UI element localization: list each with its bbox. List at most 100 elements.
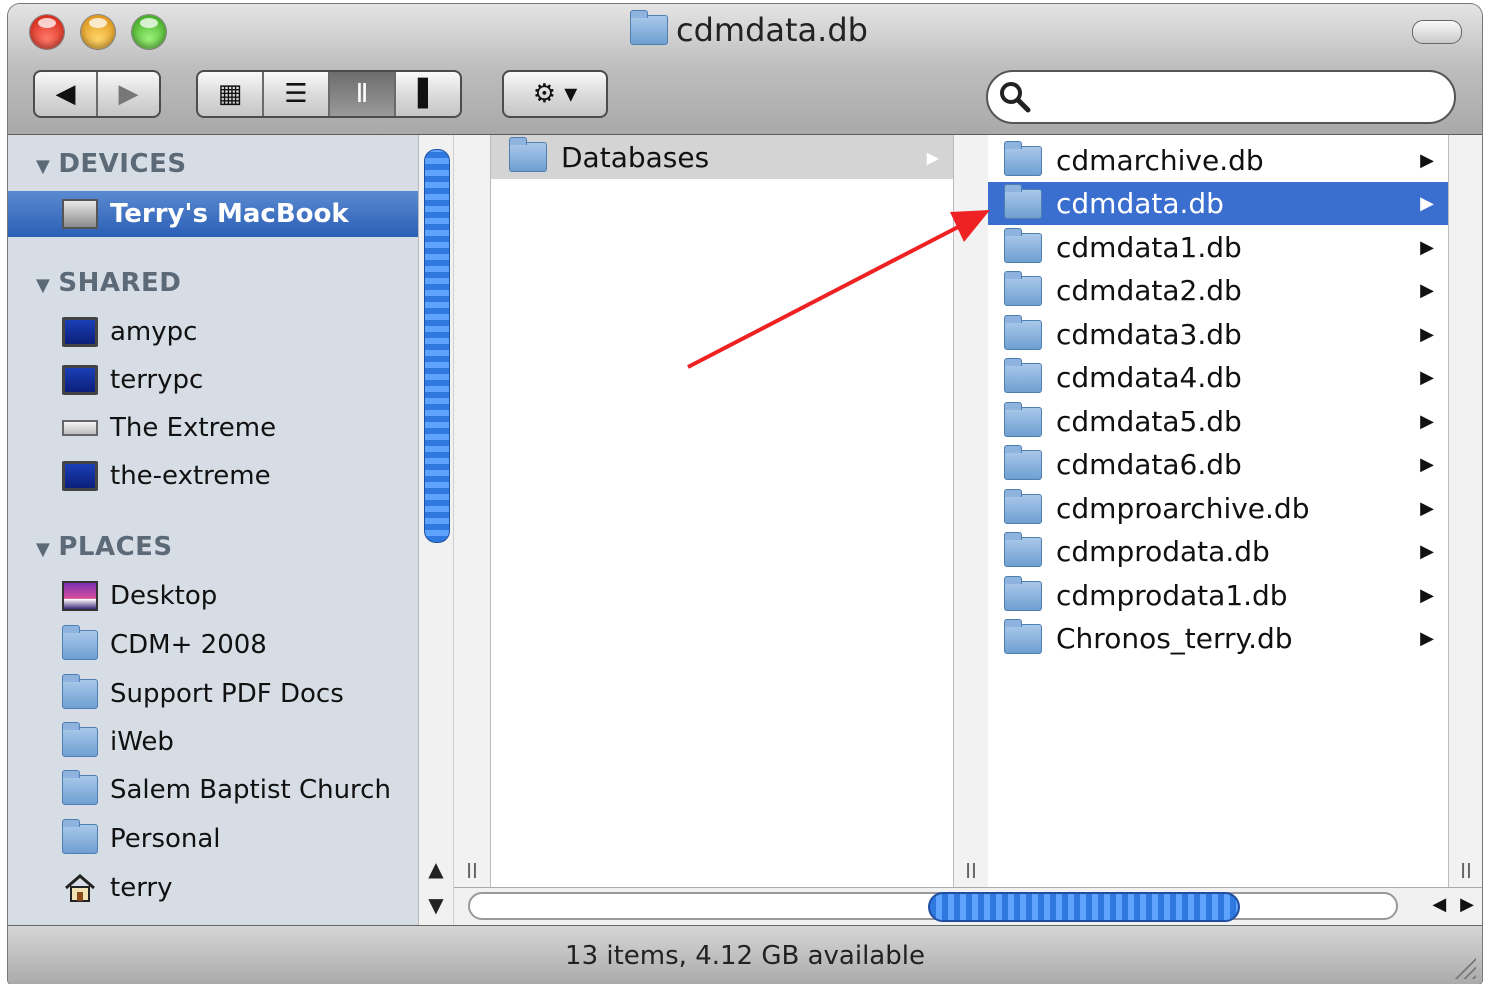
folder-icon [630,10,668,45]
file-row-chronos-terry[interactable]: Chronos_terry.db ▶ [988,617,1448,660]
file-row-cdmproarchive[interactable]: cdmproarchive.db ▶ [988,487,1448,530]
folder-icon [1004,357,1042,393]
scroll-left-arrow[interactable]: ◀ [1432,894,1446,915]
column-2: Databases ▶ [491,135,953,887]
sidebar-item-amypc[interactable]: amypc [8,309,418,355]
file-row-cdmdata4[interactable]: cdmdata4.db ▶ [988,356,1448,399]
column-3: cdmarchive.db ▶ cdmdata.db ▶ cdmdata1.db ▶ … [988,135,1448,887]
column-1: II [454,135,491,887]
sidebar-section-places: PLACES [36,532,173,562]
search-input[interactable] [1032,78,1454,116]
file-row-cdmprodata1[interactable]: cdmprodata1.db ▶ [988,574,1448,617]
home-icon [65,874,95,902]
laptop-icon [62,199,98,229]
sidebar-item-label: Support PDF Docs [110,679,344,709]
folder-icon [1004,444,1042,480]
sidebar-item-label: amypc [110,317,198,347]
scroll-up-arrow[interactable]: ▲ [419,853,453,885]
disclosure-arrow-icon: ▶ [1420,411,1434,432]
file-label: cdmproarchive.db [1056,492,1310,525]
folder-icon [62,819,98,854]
sidebar-item-terry[interactable]: terry [8,865,418,911]
column-resize-handle[interactable]: II [454,859,490,883]
file-label: cdmprodata.db [1056,535,1270,568]
sidebar-item-macbook[interactable]: Terry's MacBook [8,191,418,237]
disclosure-arrow-icon: ▶ [1420,498,1434,519]
column-item-label: Databases [561,140,710,174]
back-forward-control: ◀ ▶ [33,70,161,118]
sidebar-scroll-thumb[interactable] [424,149,450,543]
sidebar-item-label: Personal [110,824,221,854]
minimize-button[interactable] [81,15,115,49]
file-label: cdmarchive.db [1056,144,1264,177]
search-field [986,70,1456,124]
column-view-button[interactable]: Ⅱ [330,72,396,116]
sidebar-item-the-extreme[interactable]: the-extreme [8,453,418,499]
resize-grip[interactable] [1454,957,1476,979]
sidebar-item-the-extreme-drive[interactable]: The Extreme [8,405,418,451]
coverflow-view-button[interactable]: ▌ [396,72,460,116]
folder-icon [62,625,98,660]
list-view-button[interactable]: ☰ [264,72,330,116]
sidebar-item-salem-baptist-church[interactable]: Salem Baptist Church [8,767,418,813]
file-row-cdmprodata[interactable]: cdmprodata.db ▶ [988,530,1448,573]
sidebar-section-devices: DEVICES [36,149,187,179]
disclosure-arrow-icon: ▶ [1420,280,1434,301]
sidebar-item-terrypc[interactable]: terrypc [8,357,418,403]
sidebar-item-label: terry [110,873,173,903]
window-title-text: cdmdata.db [676,11,868,49]
sidebar-item-personal[interactable]: Personal [8,816,418,862]
file-row-cdmdata-selected[interactable]: cdmdata.db ▶ [988,182,1448,225]
action-menu-button[interactable]: ⚙ ▾ [502,70,608,118]
column-item-databases[interactable]: Databases ▶ [491,135,953,179]
folder-icon [62,722,98,757]
sidebar-item-cdm-2008[interactable]: CDM+ 2008 [8,622,418,668]
file-row-cdmdata3[interactable]: cdmdata3.db ▶ [988,313,1448,356]
disclosure-arrow-icon: ▶ [1420,193,1434,214]
folder-icon [1004,183,1042,219]
disclosure-arrow-icon: ▶ [1420,585,1434,606]
sidebar-item-label: CDM+ 2008 [110,630,267,660]
sidebar-item-iweb[interactable]: iWeb [8,719,418,765]
monitor-icon [62,365,98,395]
folder-icon [1004,488,1042,524]
sidebar: DEVICES Terry's MacBook SHARED amypc ter… [8,135,418,925]
sidebar-item-support-pdf-docs[interactable]: Support PDF Docs [8,671,418,717]
sidebar-item-label: Desktop [110,581,218,611]
sidebar-scrollbar[interactable]: ▲ ▼ [418,135,453,925]
window-title: cdmdata.db [630,10,868,50]
scroll-down-arrow[interactable]: ▼ [419,889,453,921]
zoom-button[interactable] [132,15,166,49]
folder-icon [1004,618,1042,654]
file-row-cdmdata2[interactable]: cdmdata2.db ▶ [988,269,1448,312]
toolbar-toggle-button[interactable] [1412,20,1462,44]
file-row-cdmdata5[interactable]: cdmdata5.db ▶ [988,400,1448,443]
disclosure-arrow-icon: ▶ [1420,324,1434,345]
horizontal-scrollbar[interactable]: ◀ ▶ [454,887,1482,926]
folder-icon [1004,270,1042,306]
back-button[interactable]: ◀ [35,72,98,116]
scroll-right-arrow[interactable]: ▶ [1460,894,1474,915]
file-row-cdmarchive[interactable]: cdmarchive.db ▶ [988,139,1448,182]
forward-button[interactable]: ▶ [98,72,159,116]
status-bar: 13 items, 4.12 GB available [8,925,1482,984]
disclosure-arrow-icon: ▶ [1420,150,1434,171]
file-row-cdmdata6[interactable]: cdmdata6.db ▶ [988,443,1448,486]
monitor-icon [62,461,98,491]
icon-view-button[interactable]: ▦ [198,72,264,116]
sidebar-item-label: Salem Baptist Church [110,775,391,805]
disclosure-arrow-icon: ▶ [1420,541,1434,562]
close-button[interactable] [30,15,64,49]
file-row-cdmdata1[interactable]: cdmdata1.db ▶ [988,226,1448,269]
disclosure-arrow-icon: ▶ [1420,454,1434,475]
horizontal-scroll-thumb[interactable] [928,892,1240,922]
sidebar-item-label: iWeb [110,727,174,757]
file-label: cdmdata2.db [1056,274,1242,307]
column-resize-handle[interactable]: II [954,859,988,883]
file-label: cdmdata6.db [1056,448,1242,481]
sidebar-item-desktop[interactable]: Desktop [8,573,418,619]
folder-icon [62,770,98,805]
folder-icon [1004,531,1042,567]
status-text: 13 items, 4.12 GB available [565,940,925,971]
column-resize-handle[interactable]: II [1449,859,1482,883]
